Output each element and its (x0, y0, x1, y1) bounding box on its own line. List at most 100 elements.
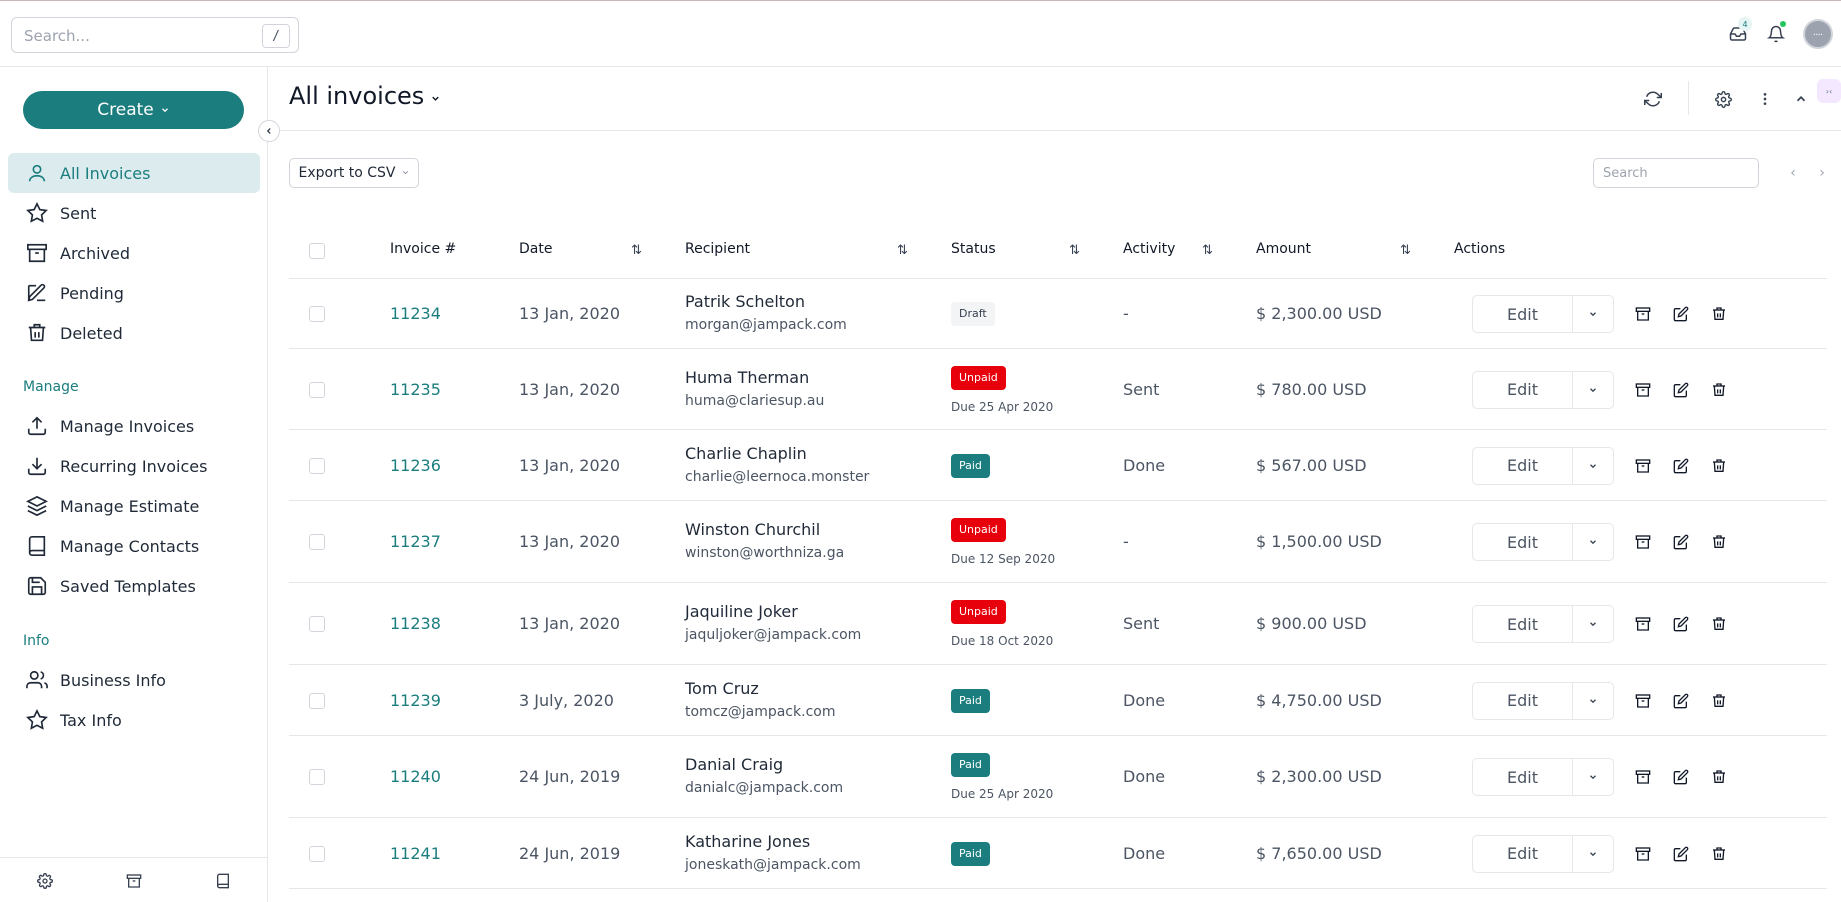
edit-button[interactable]: Edit (1473, 447, 1573, 484)
edit-button[interactable]: Edit (1473, 606, 1573, 642)
book-icon[interactable] (213, 871, 233, 891)
archive-icon[interactable] (1633, 304, 1653, 324)
sort-icon[interactable]: ⇅ (1069, 243, 1080, 258)
select-all-checkbox[interactable] (309, 243, 325, 259)
row-checkbox[interactable] (309, 769, 325, 785)
trash-icon[interactable] (1709, 844, 1729, 864)
table-row[interactable]: 11241 24 Jun, 2019 Katharine Jones joneskat… (289, 818, 1827, 889)
edit-icon[interactable] (1671, 767, 1691, 787)
sort-icon[interactable]: ⇅ (631, 243, 642, 258)
trash-icon[interactable] (1709, 691, 1729, 711)
trash-icon[interactable] (1709, 767, 1729, 787)
edit-icon[interactable] (1671, 304, 1691, 324)
page-title-dropdown[interactable]: All invoices (289, 82, 441, 110)
sort-icon[interactable]: ⇅ (1400, 243, 1411, 258)
invoice-number-link[interactable]: 11241 (390, 844, 441, 863)
sidebar-item-tax-info[interactable]: Tax Info (8, 700, 260, 740)
edit-icon[interactable] (1671, 844, 1691, 864)
edit-button[interactable]: Edit (1473, 296, 1573, 332)
edit-button[interactable]: Edit (1473, 759, 1573, 795)
avatar[interactable]: •••• (1803, 19, 1833, 49)
chevron-up-icon[interactable] (1789, 87, 1813, 111)
chevron-down-icon[interactable] (1573, 448, 1613, 484)
edit-icon[interactable] (1671, 456, 1691, 476)
row-checkbox[interactable] (309, 616, 325, 632)
archive-icon[interactable] (1633, 844, 1653, 864)
sidebar-item-saved-templates[interactable]: Saved Templates (8, 566, 260, 606)
edit-button[interactable]: Edit (1473, 835, 1573, 872)
row-checkbox[interactable] (309, 306, 325, 322)
chevron-down-icon[interactable] (1573, 524, 1613, 560)
table-row[interactable]: 11238 13 Jan, 2020 Jaquiline Joker jaquljok… (289, 583, 1827, 665)
chevron-down-icon[interactable] (1573, 606, 1613, 642)
global-search-input[interactable] (24, 26, 244, 46)
global-search[interactable]: / (11, 17, 299, 53)
table-row[interactable]: 11237 13 Jan, 2020 Winston Churchil winston… (289, 501, 1827, 583)
edit-icon[interactable] (1671, 532, 1691, 552)
sidebar-item-business-info[interactable]: Business Info (8, 660, 260, 700)
invoice-number-link[interactable]: 11237 (390, 532, 441, 551)
archive-icon[interactable] (1633, 767, 1653, 787)
sidebar-item-manage-invoices[interactable]: Manage Invoices (8, 406, 260, 446)
sidebar-item-manage-contacts[interactable]: Manage Contacts (8, 526, 260, 566)
archive-icon[interactable] (1633, 456, 1653, 476)
table-row[interactable]: 11236 13 Jan, 2020 Charlie Chaplin charlie@… (289, 430, 1827, 501)
archive-icon[interactable] (1633, 380, 1653, 400)
edit-button[interactable]: Edit (1473, 682, 1573, 719)
sidebar-item-pending[interactable]: Pending (8, 273, 260, 313)
gear-icon[interactable] (1711, 87, 1735, 111)
edit-button[interactable]: Edit (1473, 371, 1573, 408)
row-checkbox[interactable] (309, 692, 325, 709)
sidebar-item-deleted[interactable]: Deleted (8, 313, 260, 353)
chevron-down-icon[interactable] (1573, 759, 1613, 795)
gear-icon[interactable] (35, 871, 55, 891)
row-checkbox[interactable] (309, 845, 325, 862)
invoice-number-link[interactable]: 11239 (390, 691, 441, 710)
sort-icon[interactable]: ⇅ (1202, 243, 1213, 258)
archive-icon[interactable] (1633, 691, 1653, 711)
trash-icon[interactable] (1709, 380, 1729, 400)
more-vertical-icon[interactable] (1753, 87, 1777, 111)
chevron-down-icon[interactable] (1573, 296, 1613, 332)
invoice-number-link[interactable]: 11236 (390, 456, 441, 475)
sidebar-item-all-invoices[interactable]: All Invoices (8, 153, 260, 193)
invoice-number-link[interactable]: 11240 (390, 767, 441, 786)
chevron-down-icon[interactable] (1573, 372, 1613, 408)
collapse-arrows-icon[interactable]: ›‹ (1817, 79, 1841, 103)
trash-icon[interactable] (1709, 456, 1729, 476)
chevron-down-icon[interactable] (1573, 836, 1613, 872)
invoice-number-link[interactable]: 11235 (390, 380, 441, 399)
chevron-right-icon[interactable]: › (1814, 165, 1830, 181)
row-checkbox[interactable] (309, 457, 325, 474)
table-row[interactable]: 11234 13 Jan, 2020 Patrik Schelton morgan@j… (289, 279, 1827, 349)
invoice-number-link[interactable]: 11234 (390, 304, 441, 323)
invoice-number-link[interactable]: 11238 (390, 614, 441, 633)
sidebar-item-archived[interactable]: Archived (8, 233, 260, 273)
archive-icon[interactable] (1633, 532, 1653, 552)
table-row[interactable]: 11240 24 Jun, 2019 Danial Craig danialc@jam… (289, 736, 1827, 818)
edit-icon[interactable] (1671, 691, 1691, 711)
sort-icon[interactable]: ⇅ (897, 243, 908, 258)
trash-icon[interactable] (1709, 532, 1729, 552)
sidebar-collapse-button[interactable] (258, 120, 280, 142)
sidebar-item-manage-estimate[interactable]: Manage Estimate (8, 486, 260, 526)
edit-icon[interactable] (1671, 614, 1691, 634)
table-row[interactable]: 11239 3 July, 2020 Tom Cruz tomcz@jampack.c… (289, 665, 1827, 736)
archive-icon[interactable] (1633, 614, 1653, 634)
sidebar-item-recurring-invoices[interactable]: Recurring Invoices (8, 446, 260, 486)
trash-icon[interactable] (1709, 304, 1729, 324)
edit-icon[interactable] (1671, 380, 1691, 400)
chevron-left-icon[interactable]: ‹ (1785, 165, 1801, 181)
create-button[interactable]: Create (23, 91, 244, 129)
row-checkbox[interactable] (309, 534, 325, 550)
export-csv-button[interactable]: Export to CSV (289, 158, 419, 188)
chevron-down-icon[interactable] (1573, 683, 1613, 719)
sidebar-item-sent[interactable]: Sent (8, 193, 260, 233)
row-checkbox[interactable] (309, 381, 325, 398)
edit-button[interactable]: Edit (1473, 524, 1573, 560)
trash-icon[interactable] (1709, 614, 1729, 634)
table-search-input[interactable] (1593, 158, 1759, 188)
archive-icon[interactable] (124, 871, 144, 891)
table-row[interactable]: 11235 13 Jan, 2020 Huma Therman huma@clarie… (289, 349, 1827, 430)
refresh-icon[interactable] (1641, 87, 1665, 111)
